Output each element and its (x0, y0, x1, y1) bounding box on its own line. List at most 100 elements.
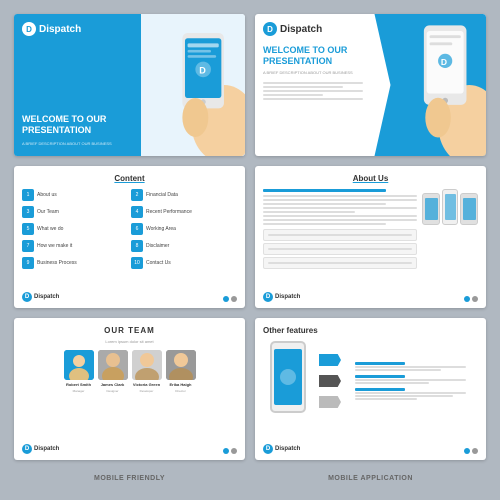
feature-desc-line (355, 366, 466, 368)
item-number: 7 (22, 240, 34, 252)
text-line (263, 98, 363, 100)
slide-logo-bottom-3: D Dispatch (22, 292, 59, 302)
about-title-bar (263, 189, 386, 192)
features-phone (263, 341, 313, 421)
feature-desc-line (355, 395, 453, 397)
box-line (268, 234, 412, 236)
para-line (263, 195, 417, 197)
box-line (268, 262, 412, 264)
phone-screen (445, 194, 456, 220)
phone-device-small-2 (460, 193, 478, 225)
para-line (263, 215, 417, 217)
team-member-4: Erika Haigh Director (166, 350, 196, 393)
nav-dots-3 (223, 296, 237, 302)
box-line (268, 248, 412, 250)
bottom-labels-row: Mobile Friendly Mobile Application (14, 470, 486, 486)
slide-1-left: D Dispatch WELCOME TO OUR PRESENTATION A… (14, 14, 141, 156)
content-item-5: 5 What we do (22, 223, 128, 235)
dot-active (223, 296, 229, 302)
nav-dots-6 (464, 448, 478, 454)
content-item-4: 4 Recent Performance (131, 206, 237, 218)
dot-active (223, 448, 229, 454)
avatar-3 (132, 350, 162, 380)
slide-1-heading: WELCOME TO OUR PRESENTATION (22, 114, 133, 137)
slide-2-heading: WELCOME TO OUR PRESENTATION (263, 45, 363, 67)
content-item-10: 10 Contact Us (131, 257, 237, 269)
nav-dots-4 (464, 296, 478, 302)
arrow-body-dark (319, 375, 341, 387)
item-number: 1 (22, 189, 34, 201)
para-line (263, 219, 417, 221)
avatar-illustration-2 (98, 350, 128, 380)
member-name-3: Victoria Green (133, 382, 160, 387)
avatar-illustration-3 (132, 350, 162, 380)
content-item-8: 8 Disclaimer (131, 240, 237, 252)
phones-row (422, 189, 478, 225)
brand-name-1: Dispatch (39, 24, 81, 35)
phone-screen (463, 198, 476, 220)
about-boxes (263, 229, 417, 269)
arrow-1 (319, 351, 349, 369)
member-role-2: Designer (106, 389, 118, 393)
slide-4-title: About Us (263, 174, 478, 183)
item-number: 3 (22, 206, 34, 218)
slide-1-hero: D Dispatch WELCOME TO OUR PRESENTATION A… (14, 14, 245, 156)
content-item-7: 7 How we make it (22, 240, 128, 252)
item-label: Working Area (146, 226, 176, 232)
team-member-2: James Clark Designer (98, 350, 128, 393)
slide-2-logo: D Dispatch (263, 22, 363, 36)
item-label: Recent Performance (146, 209, 192, 215)
slide-logo-bottom-4: D Dispatch (263, 292, 300, 302)
content-item-2: 2 Financial Data (131, 189, 237, 201)
brand-name-4: Dispatch (275, 294, 300, 300)
feature-item-1 (355, 362, 478, 371)
para-line (263, 199, 417, 201)
feature-desc-line (355, 379, 466, 381)
feature-item-3 (355, 388, 478, 400)
logo-icon-2: D (263, 22, 277, 36)
member-role-1: Manager (73, 389, 85, 393)
avatar-1 (64, 350, 94, 380)
logo-icon-3: D (22, 292, 32, 302)
slide-1-subheading: A BRIEF DESCRIPTION ABOUT OUR BUSINESS (22, 141, 133, 146)
feature-title-bar (355, 375, 405, 378)
slide-2-left: D Dispatch WELCOME TO OUR PRESENTATION A… (255, 14, 371, 156)
feature-desc-line (355, 369, 441, 371)
slide-1-logo: D Dispatch (22, 22, 81, 36)
member-role-4: Director (175, 389, 186, 393)
logo-icon-6: D (263, 444, 273, 454)
slide-6-features: Other features (255, 318, 486, 460)
item-number: 8 (131, 240, 143, 252)
slide-3-content: Content 1 About us 2 Financial Data 3 Ou… (14, 166, 245, 308)
slide-3-title: Content (22, 174, 237, 183)
svg-text:D: D (440, 57, 446, 67)
dot-inactive (472, 296, 478, 302)
logo-icon-1: D (22, 22, 36, 36)
item-number: 6 (131, 223, 143, 235)
about-left (263, 189, 417, 295)
member-name-1: Robert Smith (66, 382, 91, 387)
slide-1-right: D (141, 14, 245, 156)
box-3 (263, 257, 417, 269)
item-label: Business Process (37, 260, 77, 266)
nav-dots-5 (223, 448, 237, 454)
dot-inactive (472, 448, 478, 454)
member-role-3: Developer (140, 389, 154, 393)
phone-device-small (422, 193, 440, 225)
bottom-label-text-2: Mobile Application (328, 475, 413, 482)
item-number: 2 (131, 189, 143, 201)
slide-4-about: About Us (255, 166, 486, 308)
item-label: Our Team (37, 209, 59, 215)
dot-active (464, 448, 470, 454)
item-label: Disclaimer (146, 243, 169, 249)
team-subtitle: Lorem ipsum dolor sit amet (22, 339, 237, 344)
about-content (263, 189, 478, 295)
arrow-2 (319, 372, 349, 390)
brand-name-3: Dispatch (34, 294, 59, 300)
bottom-label-text-1: Mobile Friendly (94, 475, 165, 482)
content-item-3: 3 Our Team (22, 206, 128, 218)
arrow-3 (319, 393, 349, 411)
para-line (263, 223, 386, 225)
feature-desc-line (355, 392, 466, 394)
para-line (263, 203, 386, 205)
